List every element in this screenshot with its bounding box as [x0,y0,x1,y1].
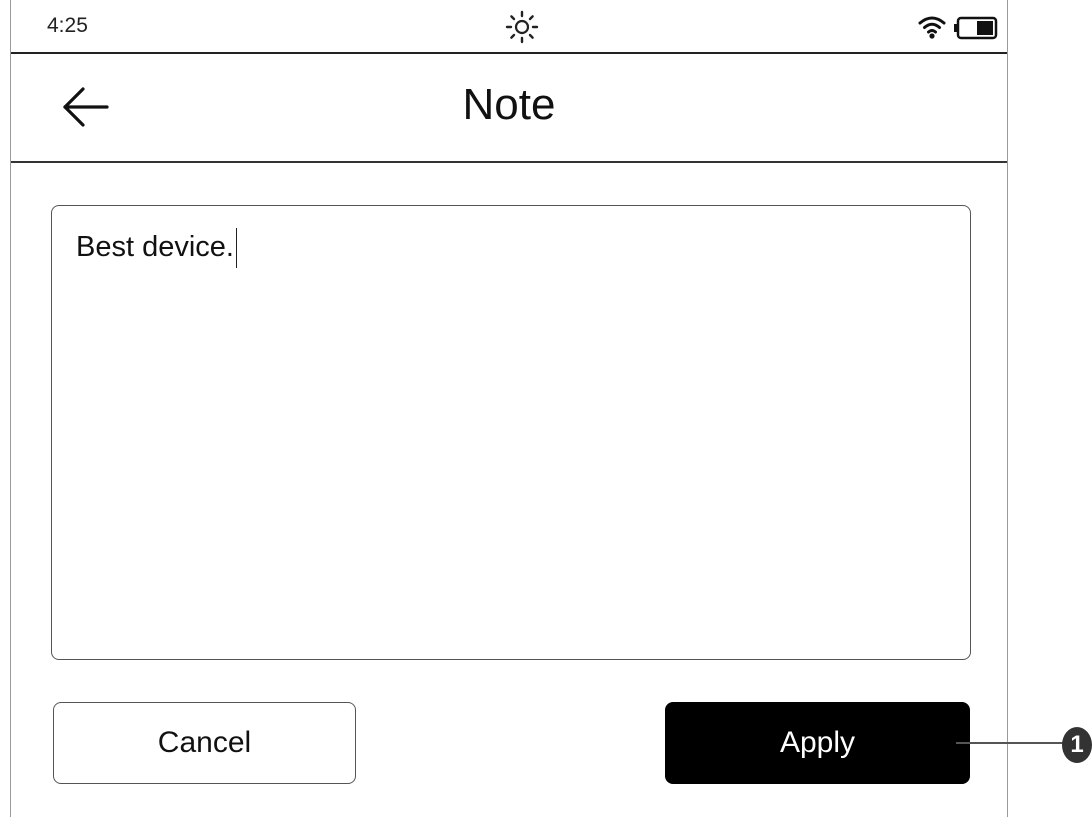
page-title: Note [462,80,556,129]
callout-marker: 1 [1062,727,1092,763]
note-input[interactable]: Best device. [51,205,971,660]
sun-icon [505,10,539,44]
cancel-button[interactable]: Cancel [53,702,356,784]
battery-icon [954,16,998,40]
callout-line [956,742,1072,744]
status-time: 4:25 [47,14,88,37]
status-bar: 4:25 [11,0,1007,54]
device-screen: 4:25 Note Best device. Cancel Apply [10,0,1008,817]
note-text: Best device. [76,231,234,263]
header: Note [11,54,1007,163]
wifi-icon [918,16,946,39]
page: 4:25 Note Best device. Cancel Apply 1 [0,0,1092,817]
apply-button[interactable]: Apply [665,702,970,784]
text-cursor [235,228,237,268]
